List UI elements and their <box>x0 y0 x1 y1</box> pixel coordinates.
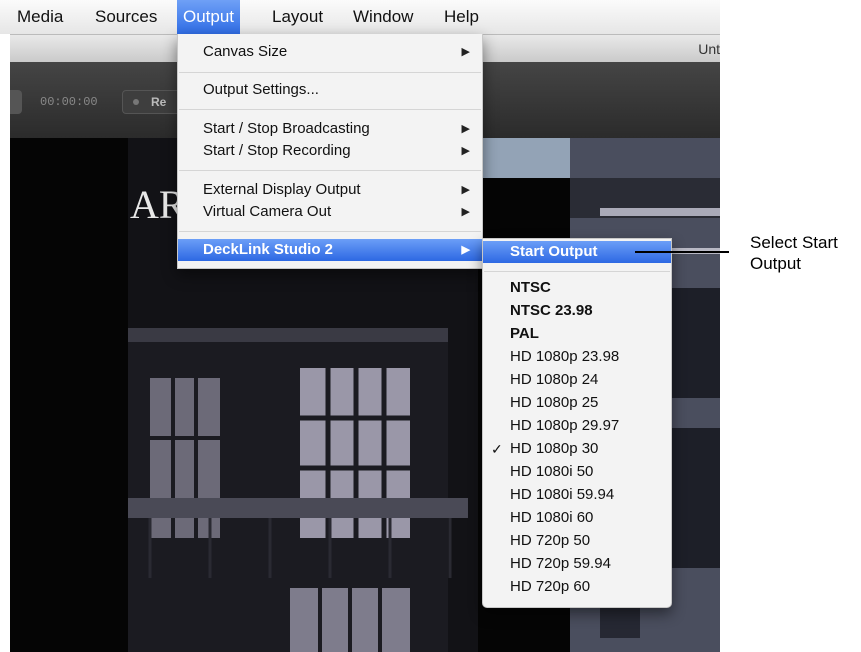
timer-readout: 00:00:00 <box>40 95 98 109</box>
submenu-item-label: HD 1080p 30 <box>510 440 599 457</box>
menu-item-label: DeckLink Studio 2 <box>203 241 334 258</box>
menu-item-output-settings[interactable]: Output Settings... <box>178 79 482 101</box>
submenu-item-label: HD 1080p 29.97 <box>510 417 620 434</box>
menu-item-label: Start / Stop Recording <box>203 142 351 159</box>
submenu-item-format[interactable]: NTSC 23.98 <box>483 300 671 322</box>
menu-help[interactable]: Help <box>444 0 479 34</box>
submenu-item-format[interactable]: NTSC <box>483 277 671 299</box>
menu-window[interactable]: Window <box>353 0 413 34</box>
menu-item-decklink-studio-2[interactable]: DeckLink Studio 2 ▶ <box>178 239 482 261</box>
submenu-item-format[interactable]: HD 720p 59.94 <box>483 553 671 575</box>
checkmark-icon: ✓ <box>491 441 503 457</box>
submenu-item-format[interactable]: HD 720p 60 <box>483 576 671 598</box>
menu-separator <box>179 72 481 73</box>
menu-separator <box>179 109 481 110</box>
submenu-item-label: HD 720p 60 <box>510 578 591 595</box>
menu-item-start-stop-recording[interactable]: Start / Stop Recording ▶ <box>178 140 482 162</box>
submenu-item-label: HD 1080p 24 <box>510 371 599 388</box>
submenu-item-label: HD 1080i 50 <box>510 463 594 480</box>
submenu-item-label: HD 720p 50 <box>510 532 591 549</box>
menu-item-virtual-camera-out[interactable]: Virtual Camera Out ▶ <box>178 201 482 223</box>
callout-text: Select Start Output <box>750 233 838 273</box>
menu-bar: Media Sources Output Layout Window Help <box>0 0 720 34</box>
menu-item-label: Output Settings... <box>203 81 319 98</box>
submenu-item-label: HD 1080p 25 <box>510 394 599 411</box>
menu-item-canvas-size[interactable]: Canvas Size ▶ <box>178 41 482 63</box>
menu-item-label: Canvas Size <box>203 43 288 60</box>
menu-item-external-display-output[interactable]: External Display Output ▶ <box>178 179 482 201</box>
menu-item-label: Start / Stop Broadcasting <box>203 120 370 137</box>
submenu-item-label: HD 1080i 59.94 <box>510 486 615 503</box>
submenu-item-label: HD 1080p 23.98 <box>510 348 620 365</box>
menu-layout[interactable]: Layout <box>272 0 323 34</box>
submenu-item-format[interactable]: HD 1080i 60 <box>483 507 671 529</box>
record-button[interactable]: Re <box>122 90 184 114</box>
menu-sources[interactable]: Sources <box>95 0 157 34</box>
submenu-item-label: Start Output <box>510 243 598 260</box>
menu-media[interactable]: Media <box>17 0 63 34</box>
submenu-item-format[interactable]: PAL <box>483 323 671 345</box>
submenu-item-label: HD 1080i 60 <box>510 509 594 526</box>
submenu-item-format[interactable]: HD 1080p 25 <box>483 392 671 414</box>
submenu-item-label: HD 720p 59.94 <box>510 555 611 572</box>
submenu-item-format[interactable]: HD 1080p 23.98 <box>483 346 671 368</box>
submenu-item-label: PAL <box>510 325 539 342</box>
submenu-arrow-icon: ▶ <box>461 123 470 135</box>
toolbar-left-button[interactable] <box>10 90 22 114</box>
window-title: Unt <box>698 41 720 57</box>
submenu-arrow-icon: ▶ <box>461 244 470 256</box>
menu-separator <box>179 231 481 232</box>
submenu-arrow-icon: ▶ <box>461 206 470 218</box>
menu-output[interactable]: Output <box>177 0 241 34</box>
submenu-item-label: NTSC <box>510 279 551 296</box>
menu-item-start-stop-broadcasting[interactable]: Start / Stop Broadcasting ▶ <box>178 118 482 140</box>
record-dot-icon <box>133 99 139 105</box>
menu-item-label: Virtual Camera Out <box>203 203 332 220</box>
submenu-item-format[interactable]: HD 1080p 29.97 <box>483 415 671 437</box>
submenu-arrow-icon: ▶ <box>461 145 470 157</box>
output-menu: Canvas Size ▶ Output Settings... Start /… <box>177 34 483 269</box>
submenu-arrow-icon: ▶ <box>461 46 470 58</box>
submenu-item-format[interactable]: HD 720p 50 <box>483 530 671 552</box>
submenu-item-format-selected[interactable]: ✓ HD 1080p 30 <box>483 438 671 460</box>
submenu-item-format[interactable]: HD 1080p 24 <box>483 369 671 391</box>
decklink-submenu: Start Output NTSC NTSC 23.98 PAL HD 1080… <box>482 238 672 608</box>
submenu-item-format[interactable]: HD 1080i 59.94 <box>483 484 671 506</box>
callout-line <box>635 251 729 253</box>
menu-separator <box>484 271 670 272</box>
record-button-label: Re <box>151 95 167 109</box>
submenu-item-label: NTSC 23.98 <box>510 302 593 319</box>
submenu-item-format[interactable]: HD 1080i 50 <box>483 461 671 483</box>
submenu-arrow-icon: ▶ <box>461 184 470 196</box>
menu-separator <box>179 170 481 171</box>
menu-item-label: External Display Output <box>203 181 361 198</box>
